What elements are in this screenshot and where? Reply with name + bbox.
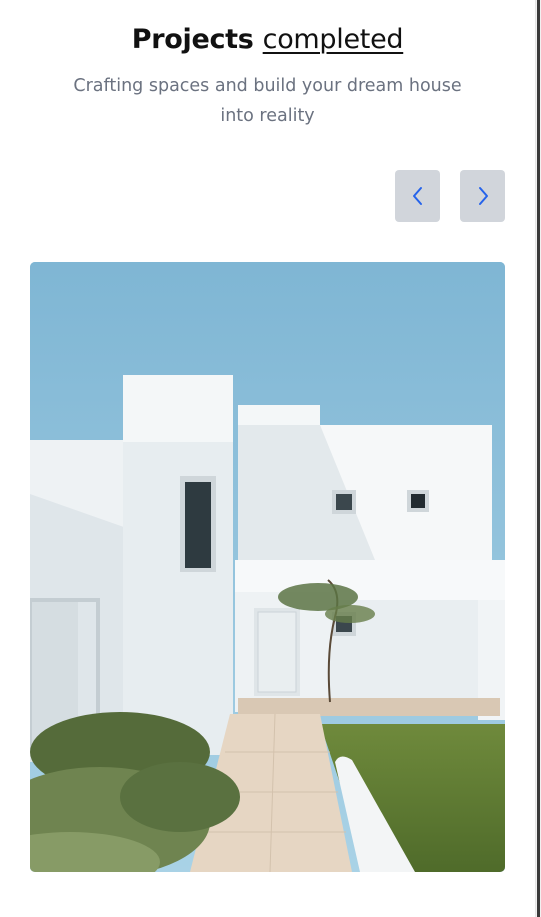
project-image[interactable]: [30, 262, 505, 872]
carousel-prev-button[interactable]: [395, 170, 440, 222]
carousel-next-button[interactable]: [460, 170, 505, 222]
section-title: Projects completed: [0, 22, 535, 58]
section-subtitle: Crafting spaces and build your dream hou…: [60, 71, 475, 131]
subtitle-line-1: Crafting spaces and build your dream hou…: [73, 76, 462, 96]
subtitle-line-2: into reality: [220, 106, 315, 126]
chevron-left-icon: [412, 187, 422, 205]
section-title-bold: Projects: [131, 24, 254, 55]
section-title-underlined: completed: [262, 24, 404, 55]
house-photo: [30, 262, 505, 872]
page-scrollbar[interactable]: [535, 0, 541, 917]
chevron-right-icon: [478, 187, 488, 205]
scrollbar-thumb[interactable]: [537, 0, 540, 917]
